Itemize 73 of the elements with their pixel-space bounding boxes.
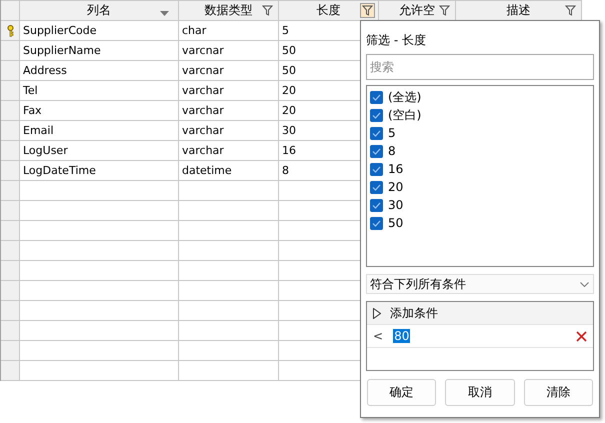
search-field[interactable]: 搜索 (366, 54, 594, 80)
table-cell: varcnar (179, 41, 279, 61)
row-header (1, 281, 20, 301)
table-cell: varcnar (179, 61, 279, 81)
checkbox[interactable] (370, 216, 383, 230)
table-cell: SupplierCode (20, 21, 179, 41)
checkbox[interactable] (370, 198, 383, 212)
value-label: 30 (388, 198, 404, 212)
row-header (1, 261, 20, 281)
condition-value[interactable]: 80 (393, 329, 410, 343)
table-cell: LogDateTime (20, 161, 179, 181)
checkbox[interactable] (370, 162, 383, 176)
checkmark-icon (372, 220, 381, 226)
value-label: (全选) (388, 88, 422, 106)
table-cell: char (179, 21, 279, 41)
row-header (1, 181, 20, 201)
checkmark-icon (372, 184, 381, 190)
filter-icon (439, 5, 450, 16)
add-condition-row[interactable]: 添加条件 (367, 302, 593, 325)
key-icon (6, 24, 14, 36)
table-cell: Address (20, 61, 179, 81)
table-cell: Email (20, 121, 179, 141)
filter-icon (262, 5, 273, 16)
table-cell: Fax (20, 101, 179, 121)
caret-icon (160, 11, 169, 16)
popup-button[interactable]: 清除 (524, 379, 593, 406)
triangle-icon (373, 308, 381, 318)
checkbox[interactable] (370, 108, 383, 122)
add-condition-label: 添加条件 (390, 304, 438, 322)
checkmark-icon (372, 94, 381, 100)
checkmark-icon (372, 130, 381, 136)
match-mode-dropdown[interactable]: 符合下列所有条件 (366, 274, 594, 294)
table-cell: datetime (179, 161, 279, 181)
checkmark-icon (372, 148, 381, 154)
table-cell: varchar (179, 121, 279, 141)
table-cell: Tel (20, 81, 179, 101)
row-header (1, 201, 20, 221)
row-header (1, 321, 20, 341)
table-cell: LogUser (20, 141, 179, 161)
column-header[interactable]: 长度 (279, 0, 379, 21)
checkbox[interactable] (370, 180, 383, 194)
column-header[interactable]: 数据类型 (179, 0, 279, 21)
table-cell: varchar (179, 81, 279, 101)
delete-icon[interactable] (576, 330, 587, 342)
row-header (1, 361, 20, 381)
row-header (1, 341, 20, 361)
checkbox[interactable] (370, 144, 383, 158)
value-label: 8 (388, 144, 396, 158)
value-label: 50 (388, 216, 404, 230)
checkmark-icon (372, 202, 381, 208)
table-cell: SupplierName (20, 41, 179, 61)
checkbox[interactable] (370, 90, 383, 104)
table-cell: varchar (179, 141, 279, 161)
value-label: 5 (388, 126, 396, 140)
column-header[interactable]: 允许空 (379, 0, 456, 21)
chevron-down-icon (580, 282, 589, 286)
column-header[interactable]: 列名 (20, 0, 179, 21)
checkbox[interactable] (370, 126, 383, 140)
filter-icon (362, 5, 373, 16)
value-label: 20 (388, 180, 404, 194)
row-header (1, 301, 20, 321)
checkmark-icon (372, 166, 381, 172)
checkmark-icon (372, 112, 381, 118)
row-header (1, 241, 20, 261)
row-header (1, 221, 20, 241)
popup-button[interactable]: 确定 (367, 379, 436, 406)
filter-icon (565, 5, 576, 16)
value-label: (空白) (388, 106, 422, 124)
table-cell: varchar (179, 101, 279, 121)
operator[interactable]: < (373, 329, 384, 343)
column-header[interactable]: 描述 (456, 0, 582, 21)
value-label: 16 (388, 162, 404, 176)
popup-button[interactable]: 取消 (445, 379, 515, 406)
